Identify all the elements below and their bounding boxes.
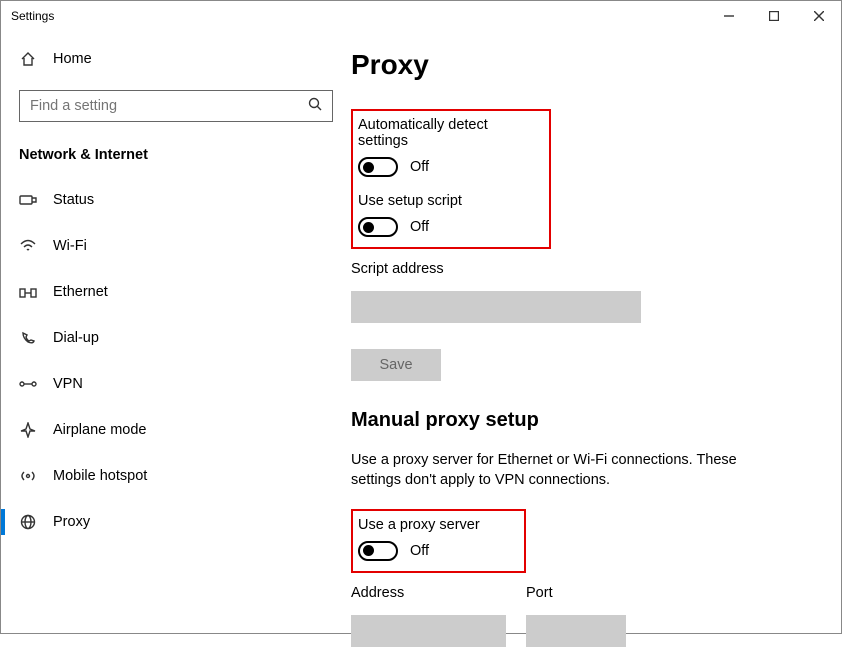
minimize-button[interactable]: [706, 1, 751, 31]
setup-script-toggle[interactable]: [358, 217, 398, 237]
setup-script-state: Off: [410, 219, 429, 235]
sidebar-item-vpn[interactable]: VPN: [1, 361, 351, 407]
sidebar-item-label: Ethernet: [53, 284, 108, 300]
main-content: Proxy Automatically detect settings Off …: [351, 31, 841, 633]
use-proxy-label: Use a proxy server: [358, 517, 514, 533]
sidebar-item-label: Proxy: [53, 514, 90, 530]
address-input[interactable]: [351, 615, 506, 647]
highlight-box-auto: Automatically detect settings Off Use se…: [351, 109, 551, 249]
sidebar-item-wifi[interactable]: Wi-Fi: [1, 223, 351, 269]
port-input[interactable]: [526, 615, 626, 647]
proxy-icon: [19, 514, 37, 530]
save-button[interactable]: Save: [351, 349, 441, 381]
airplane-icon: [19, 422, 37, 438]
sidebar-item-label: Mobile hotspot: [53, 468, 147, 484]
dialup-icon: [19, 331, 37, 345]
status-icon: [19, 193, 37, 207]
setup-script-label: Use setup script: [358, 193, 539, 209]
port-label: Port: [526, 585, 626, 601]
sidebar-item-label: Status: [53, 192, 94, 208]
wifi-icon: [19, 239, 37, 253]
manual-desc: Use a proxy server for Ethernet or Wi-Fi…: [351, 450, 771, 491]
script-address-label: Script address: [351, 261, 811, 277]
use-proxy-state: Off: [410, 543, 429, 559]
address-label: Address: [351, 585, 506, 601]
auto-detect-label: Automatically detect settings: [358, 117, 539, 149]
sidebar-item-label: VPN: [53, 376, 83, 392]
close-button[interactable]: [796, 1, 841, 31]
section-title: Network & Internet: [1, 129, 351, 177]
manual-heading: Manual proxy setup: [351, 409, 811, 432]
hotspot-icon: [19, 469, 37, 483]
sidebar-item-dialup[interactable]: Dial-up: [1, 315, 351, 361]
sidebar: Home Network & Internet Status Wi-Fi Eth…: [1, 31, 351, 633]
sidebar-item-airplane[interactable]: Airplane mode: [1, 407, 351, 453]
sidebar-item-label: Wi-Fi: [53, 238, 87, 254]
home-link[interactable]: Home: [1, 39, 351, 79]
maximize-button[interactable]: [751, 1, 796, 31]
highlight-box-manual: Use a proxy server Off: [351, 509, 526, 573]
auto-detect-state: Off: [410, 159, 429, 175]
script-address-input[interactable]: [351, 291, 641, 323]
ethernet-icon: [19, 285, 37, 299]
auto-detect-toggle[interactable]: [358, 157, 398, 177]
sidebar-item-label: Dial-up: [53, 330, 99, 346]
search-input[interactable]: [30, 98, 270, 114]
sidebar-item-ethernet[interactable]: Ethernet: [1, 269, 351, 315]
use-proxy-toggle[interactable]: [358, 541, 398, 561]
sidebar-item-hotspot[interactable]: Mobile hotspot: [1, 453, 351, 499]
sidebar-item-status[interactable]: Status: [1, 177, 351, 223]
sidebar-item-proxy[interactable]: Proxy: [1, 499, 351, 545]
page-heading: Proxy: [351, 49, 811, 81]
search-icon: [308, 97, 322, 116]
home-icon: [19, 51, 37, 67]
vpn-icon: [19, 377, 37, 391]
window-title: Settings: [11, 9, 706, 23]
search-input-wrap[interactable]: [19, 90, 333, 122]
home-label: Home: [53, 51, 92, 67]
sidebar-item-label: Airplane mode: [53, 422, 147, 438]
